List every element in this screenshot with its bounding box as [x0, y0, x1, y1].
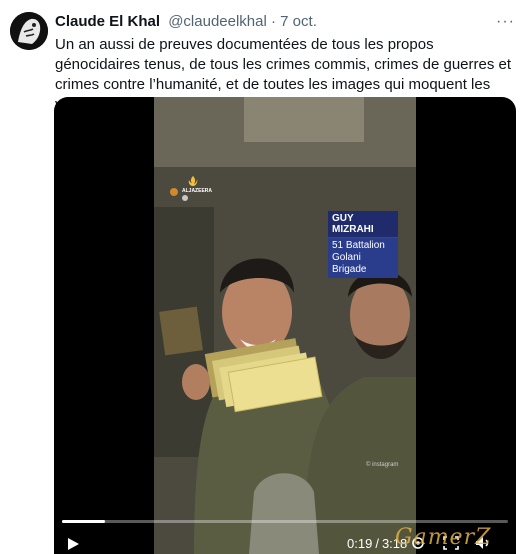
author-name[interactable]: Claude El Khal: [55, 13, 160, 30]
video-frame[interactable]: ALJAZEERA GUY MIZRAHI 51 Battalion Golan…: [154, 97, 416, 554]
video-scene: [154, 97, 416, 554]
time-separator: /: [375, 536, 379, 551]
author-handle[interactable]: @claudeelkhal: [168, 13, 267, 30]
play-icon[interactable]: [66, 537, 80, 551]
site-watermark: GamerZ: [395, 525, 492, 550]
watermark-text: ALJAZEERA: [182, 188, 213, 194]
author-avatar[interactable]: [10, 12, 48, 50]
tweet-header: Claude El Khal @claudeelkhal · 7 oct.: [55, 13, 317, 30]
caption-name: GUY MIZRAHI: [328, 211, 398, 237]
header-separator: ·: [271, 13, 276, 30]
more-options-button[interactable]: ···: [496, 13, 515, 31]
caption-unit: 51 Battalion Golani Brigade: [328, 238, 398, 278]
video-player[interactable]: ALJAZEERA GUY MIZRAHI 51 Battalion Golan…: [54, 97, 516, 554]
aljazeera-logo-icon: [188, 176, 198, 186]
tweet-date[interactable]: 7 oct.: [280, 13, 317, 30]
caption-overlay: GUY MIZRAHI 51 Battalion Golani Brigade: [328, 211, 398, 278]
progress-bar[interactable]: [62, 520, 508, 523]
video-credit: © instagram: [366, 462, 399, 468]
current-time: 0:19: [347, 536, 373, 551]
channel-watermark: ALJAZEERA: [182, 175, 212, 194]
progress-fill: [62, 520, 105, 523]
